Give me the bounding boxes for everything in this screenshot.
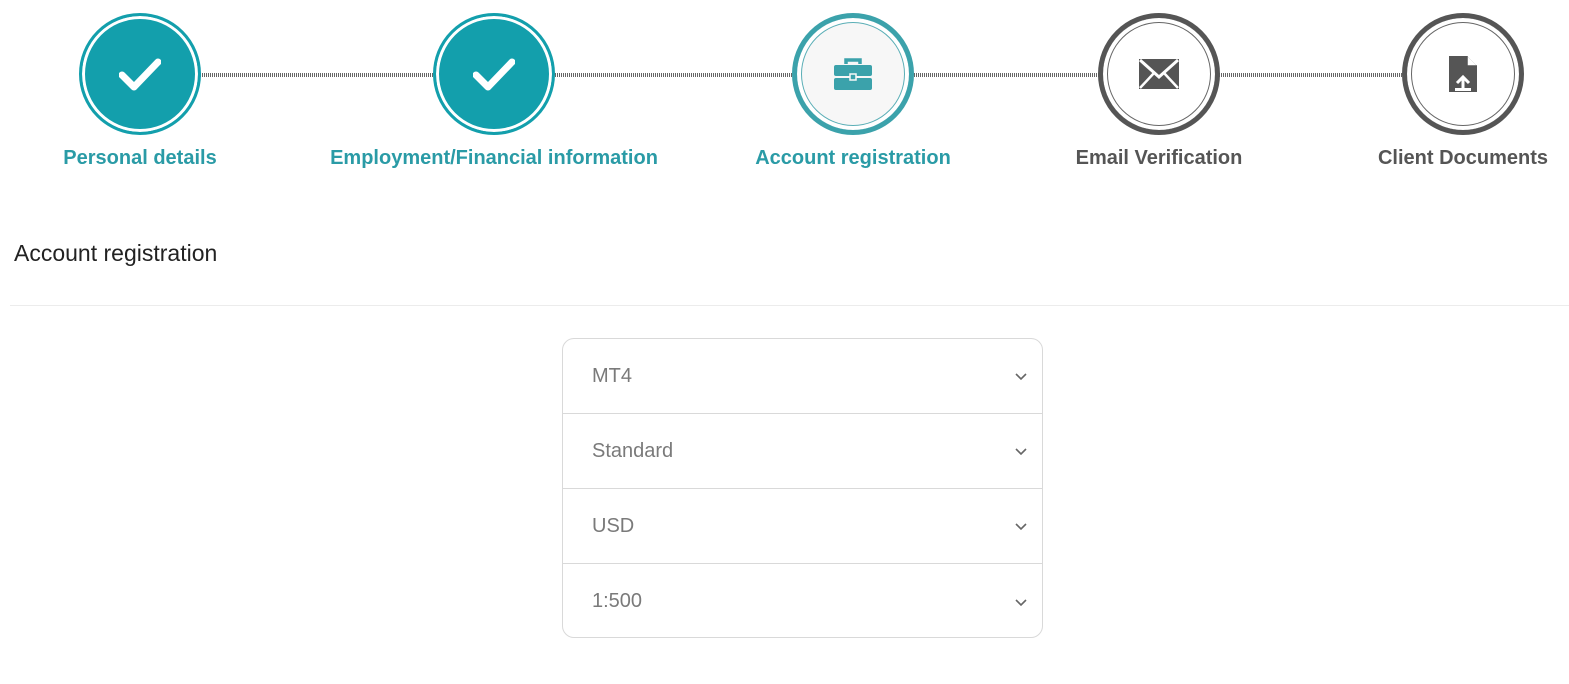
select-value: USD	[592, 514, 635, 537]
check-icon	[119, 58, 161, 91]
check-icon	[473, 58, 515, 91]
step-circle	[1098, 13, 1220, 135]
section-divider	[10, 305, 1569, 306]
step-circle	[79, 13, 201, 135]
account-type-select[interactable]: Standard	[563, 414, 1042, 489]
leverage-select[interactable]: 1:500	[563, 564, 1042, 637]
account-options-form: MT4 Standard USD 1:500	[562, 338, 1043, 638]
briefcase-icon	[834, 58, 872, 90]
step-label: Client Documents	[1377, 147, 1549, 169]
chevron-down-icon	[1015, 523, 1027, 531]
step-circle	[792, 13, 914, 135]
chevron-down-icon	[1015, 598, 1027, 606]
section-title: Account registration	[14, 240, 218, 266]
registration-stepper: Personal details Employment/Financial in…	[0, 0, 1569, 190]
step-employment-financial[interactable]: Employment/Financial information	[314, 0, 674, 170]
select-value: Standard	[592, 439, 674, 462]
chevron-down-icon	[1015, 448, 1027, 456]
envelope-icon	[1138, 58, 1180, 89]
select-value: 1:500	[592, 590, 643, 612]
step-label: Personal details	[63, 147, 217, 169]
step-personal-details[interactable]: Personal details	[0, 0, 320, 170]
document-upload-icon	[1449, 56, 1477, 92]
currency-select[interactable]: USD	[563, 489, 1042, 564]
platform-select[interactable]: MT4	[563, 339, 1042, 414]
chevron-down-icon	[1015, 373, 1027, 381]
step-circle	[433, 13, 555, 135]
step-client-documents[interactable]: Client Documents	[1283, 0, 1569, 170]
step-circle	[1402, 13, 1524, 135]
select-value: MT4	[592, 364, 632, 387]
step-label: Employment/Financial information	[330, 147, 658, 169]
